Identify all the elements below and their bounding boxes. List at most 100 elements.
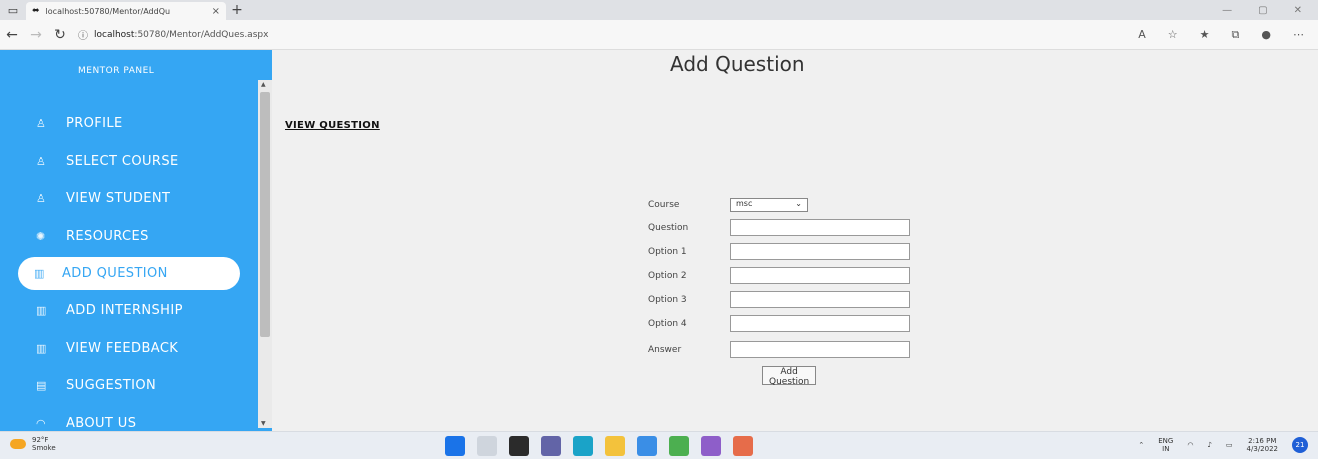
user-icon: ♙ [36,117,47,131]
sidebar: MENTOR PANEL ♙ PROFILE ♙ SELECT COURSE ♙ VI… [0,50,272,431]
map-icon: ▥ [34,267,45,280]
language-indicator[interactable]: ENG IN [1158,437,1173,453]
tab-close-icon[interactable]: × [212,6,220,17]
favorite-add-icon[interactable]: ☆ [1168,28,1178,42]
answer-input[interactable] [730,341,910,358]
search-icon[interactable] [477,436,497,456]
close-window-icon[interactable]: ✕ [1294,5,1302,16]
sidebar-item-label: ADD INTERNSHIP [66,303,183,319]
task-view-icon[interactable] [509,436,529,456]
taskbar-apps [445,436,753,456]
sidebar-item-add-internship[interactable]: ▥ ADD INTERNSHIP [0,292,258,330]
sidebar-item-view-student[interactable]: ♙ VIEW STUDENT [0,180,258,218]
sidebar-item-label: RESOURCES [66,228,149,244]
scroll-down-icon[interactable]: ▼ [261,420,266,427]
option1-label: Option 1 [648,247,687,257]
option1-input[interactable] [730,243,910,260]
weather-widget[interactable]: 92°F Smoke [10,436,56,452]
window-controls: — ▢ ✕ [1222,5,1318,16]
system-tray: ⌃ ENG IN ◠ ♪ ▭ 2:16 PM 4/3/2022 21 [1138,437,1308,453]
option4-label: Option 4 [648,319,687,329]
panel-title: MENTOR PANEL [78,66,155,76]
volume-icon[interactable]: ♪ [1207,441,1211,449]
back-icon[interactable]: ← [0,27,24,43]
minimize-icon[interactable]: — [1222,5,1232,16]
course-value: msc [736,199,753,208]
sidebar-item-label: ADD QUESTION [62,266,168,281]
sidebar-item-profile[interactable]: ♙ PROFILE [0,105,258,143]
address-bar-row: ← → ↻ ⓘ localhost:50780/Mentor/AddQues.a… [0,20,1318,50]
sidebar-item-label: VIEW STUDENT [66,191,171,207]
option2-input[interactable] [730,267,910,284]
clock[interactable]: 2:16 PM 4/3/2022 [1247,437,1278,453]
maximize-icon[interactable]: ▢ [1258,5,1267,16]
teams-icon[interactable] [541,436,561,456]
edge-icon[interactable] [573,436,593,456]
option4-input[interactable] [730,315,910,332]
main-content: Add Question VIEW QUESTION Course msc ⌄ Q… [272,50,1318,431]
read-aloud-icon[interactable]: A [1138,28,1146,42]
add-question-button[interactable]: Add Question [762,366,817,387]
time: 2:16 PM [1248,437,1277,445]
weather-condition: Smoke [32,444,56,452]
sidebar-item-add-question[interactable]: ▥ ADD QUESTION [18,257,240,290]
tab-strip: ▭ ⬌ localhost:50780/Mentor/AddQu × + — ▢… [0,0,1318,20]
sidebar-item-about-us[interactable]: ◠ ABOUT US [0,405,258,432]
paint-icon[interactable] [733,436,753,456]
forward-icon[interactable]: → [24,27,48,43]
store-icon[interactable] [637,436,657,456]
info-icon: ◠ [36,416,46,430]
sidebar-item-select-course[interactable]: ♙ SELECT COURSE [0,143,258,181]
sidebar-scrollbar[interactable]: ▲ ▼ [258,80,272,428]
more-icon[interactable]: ⋯ [1293,28,1304,42]
new-tab-button[interactable]: + [226,2,248,18]
chevron-up-icon[interactable]: ⌃ [1138,441,1144,449]
browser-window: ▭ ⬌ localhost:50780/Mentor/AddQu × + — ▢… [0,0,1318,459]
taskbar: 92°F Smoke ⌃ ENG IN ◠ ♪ ▭ 2:16 PM 4/3/20… [0,431,1318,459]
start-icon[interactable] [445,436,465,456]
sidebar-item-label: ABOUT US [66,415,137,431]
user-icon: ♙ [36,192,47,206]
notification-badge[interactable]: 21 [1292,437,1308,453]
course-select[interactable]: msc ⌄ [730,198,808,212]
sidebar-item-label: SELECT COURSE [66,153,179,169]
collections-icon[interactable]: ⧉ [1232,28,1240,42]
option3-label: Option 3 [648,295,687,305]
battery-icon[interactable]: ▭ [1226,441,1233,449]
url-path: :50780/Mentor/AddQues.aspx [134,29,269,40]
user-icon: ♙ [36,154,47,168]
wifi-icon[interactable]: ◠ [1187,441,1193,449]
tab-actions-icon[interactable]: ▭ [0,0,26,20]
url-field[interactable]: ⓘ localhost:50780/Mentor/AddQues.aspx [78,27,1138,43]
scroll-up-icon[interactable]: ▲ [261,81,266,88]
file-explorer-icon[interactable] [605,436,625,456]
browser-toolbar: A ☆ ★ ⧉ ● ⋯ [1138,28,1318,42]
site-favicon-icon: ⬌ [32,6,40,16]
option3-input[interactable] [730,291,910,308]
url-host: localhost [94,29,135,40]
favorites-icon[interactable]: ★ [1200,28,1210,42]
temperature: 92°F [32,436,49,444]
sidebar-item-view-feedback[interactable]: ▥ VIEW FEEDBACK [0,330,258,368]
site-info-icon[interactable]: ⓘ [78,27,88,42]
app-icon[interactable] [669,436,689,456]
profile-icon[interactable]: ● [1261,28,1271,42]
sidebar-item-suggestion[interactable]: ▤ SUGGESTION [0,367,258,405]
question-input[interactable] [730,219,910,236]
date: 4/3/2022 [1246,445,1278,453]
question-label: Question [648,223,689,233]
view-question-link[interactable]: VIEW QUESTION [285,120,380,131]
refresh-icon[interactable]: ↻ [48,27,72,43]
visual-studio-icon[interactable] [701,436,721,456]
page-title: Add Question [670,52,805,76]
answer-label: Answer [648,345,682,355]
map-icon: ▥ [36,304,47,318]
chevron-down-icon: ⌄ [795,199,802,208]
map-icon: ▥ [36,341,47,355]
weather-icon [10,439,26,449]
scrollbar-thumb[interactable] [260,92,270,337]
sidebar-item-resources[interactable]: ✺ RESOURCES [0,218,258,256]
browser-tab[interactable]: ⬌ localhost:50780/Mentor/AddQu × [26,2,226,20]
sidebar-menu: ♙ PROFILE ♙ SELECT COURSE ♙ VIEW STUDENT ✺ R… [0,105,258,431]
gear-icon: ✺ [36,229,46,243]
